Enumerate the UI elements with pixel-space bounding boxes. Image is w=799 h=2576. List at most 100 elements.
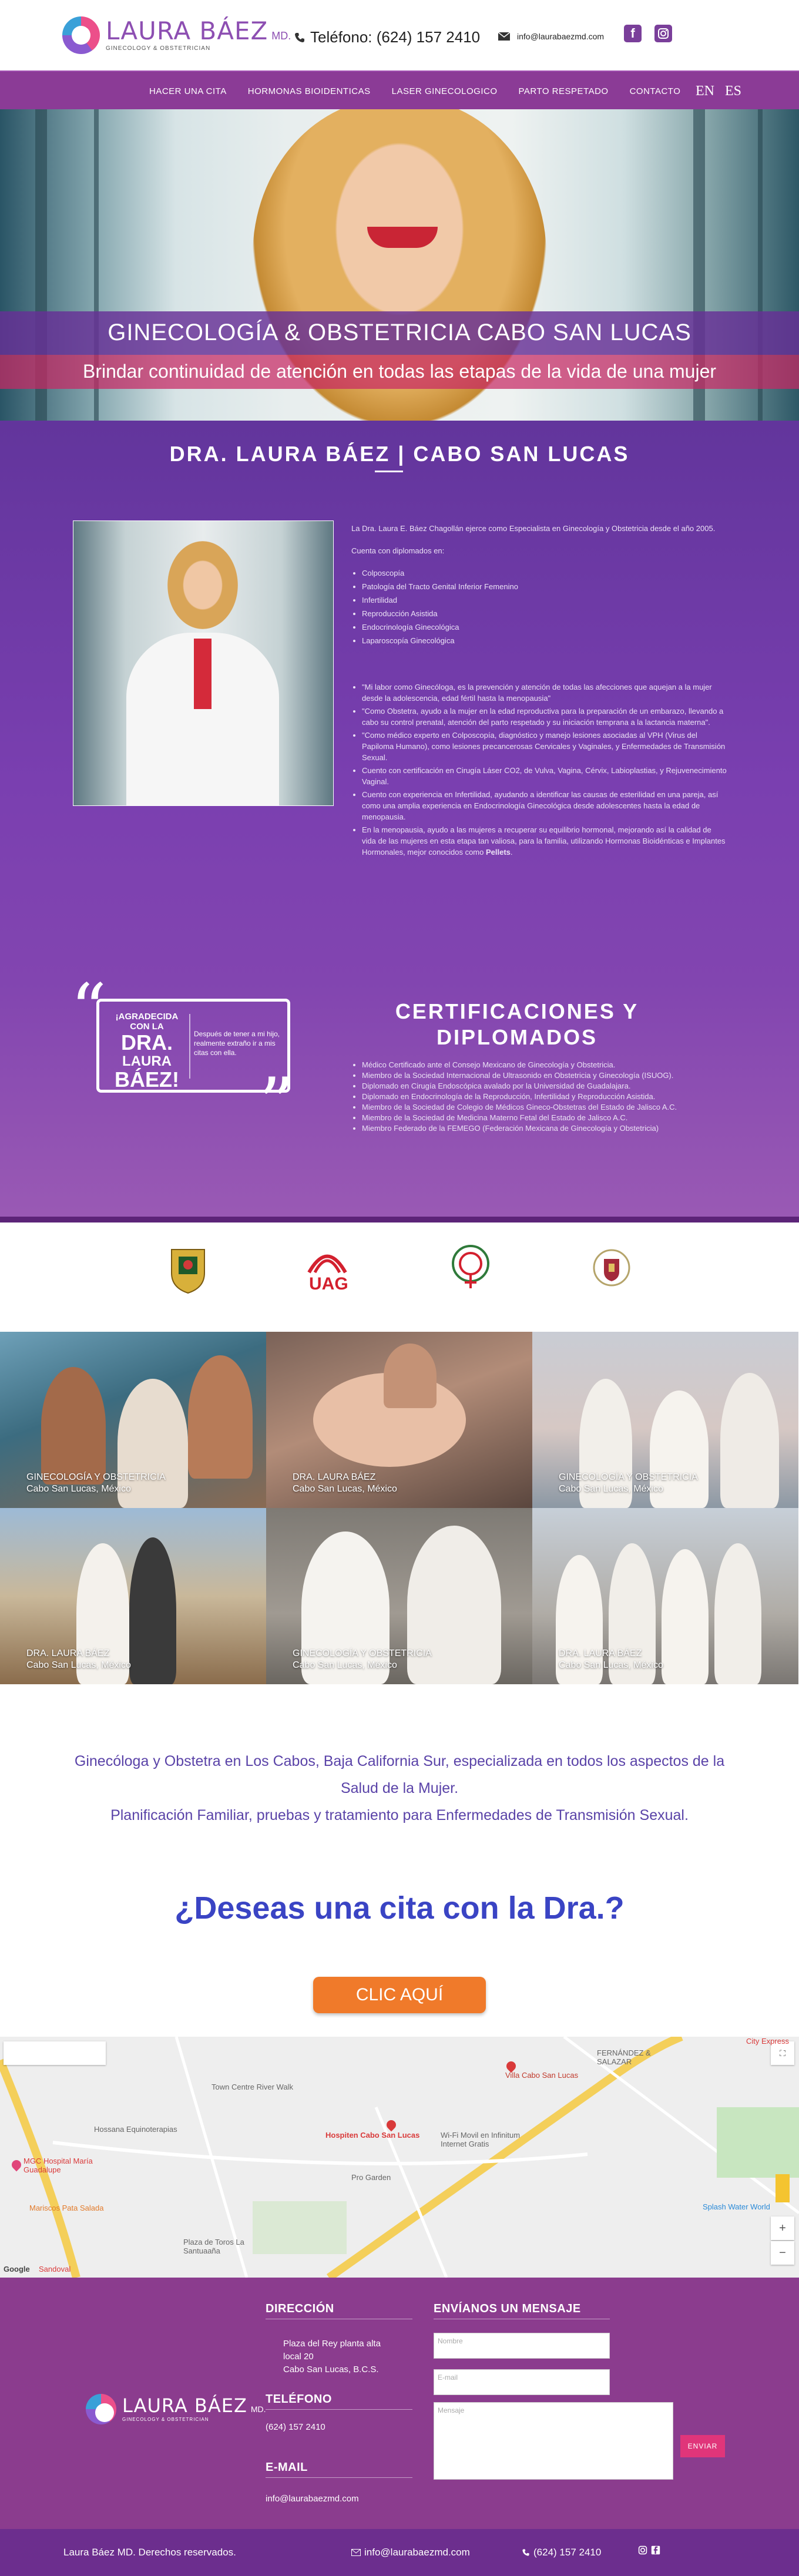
footer-logo[interactable]: LAURA BÁEZ MD. GINECOLOGY & OBSTETRICIAN <box>86 2394 266 2424</box>
site-footer: LAURA BÁEZ MD. GINECOLOGY & OBSTETRICIAN … <box>0 2278 799 2529</box>
pellets-text: Pellets <box>486 848 511 857</box>
bottom-phone[interactable]: (624) 157 2410 <box>522 2547 601 2558</box>
testimonial-line1: ¡AGRADECIDA CON LA <box>115 1012 179 1032</box>
gallery-figure <box>41 1367 106 1485</box>
phone-icon <box>522 2549 529 2556</box>
hero-title: GINECOLOGÍA & OBSTETRICIA CABO SAN LUCAS <box>108 320 691 345</box>
diploma-item: Reproducción Asistida <box>362 608 727 619</box>
contact-name-input[interactable]: Nombre <box>434 2333 610 2359</box>
contact-send-button[interactable]: ENVIAR <box>680 2435 725 2457</box>
street-view-pegman-icon[interactable] <box>776 2174 790 2202</box>
lang-en-link[interactable]: EN <box>696 83 714 99</box>
university-seal-logo <box>591 1241 632 1294</box>
zoom-out-button[interactable]: − <box>771 2241 794 2265</box>
copyright-text: Laura Báez MD. Derechos reservados. <box>63 2547 236 2558</box>
about-point: Cuento con experiencia en Infertilidad, … <box>362 789 727 822</box>
gallery-figure <box>384 1344 437 1408</box>
header-phone[interactable]: Teléfono: (624) 157 2410 <box>294 28 480 46</box>
about-section: DRA. LAURA BÁEZ | CABO SAN LUCAS La Dra.… <box>0 421 799 1222</box>
testimonial-line4: BÁEZ! <box>115 1067 179 1091</box>
gallery-tile[interactable]: GINECOLOGÍA Y OBSTETRICIA Cabo San Lucas,… <box>0 1332 266 1508</box>
map-label: Pro Garden <box>351 2173 391 2182</box>
bottom-email[interactable]: info@laurabaezmd.com <box>351 2547 470 2558</box>
diploma-item: Laparoscopía Ginecológica <box>362 635 727 646</box>
phone-icon <box>295 32 304 42</box>
footer-phone-title: TELÉFONO <box>266 2393 332 2406</box>
contact-email-input[interactable]: E-mail <box>434 2369 610 2395</box>
gallery-caption: GINECOLOGÍA Y OBSTETRICIA Cabo San Lucas,… <box>293 1648 432 1671</box>
contact-message-input[interactable]: Mensaje <box>434 2402 673 2480</box>
nav-item-hormonas[interactable]: HORMONAS BIOIDENTICAS <box>248 86 371 96</box>
book-appointment-button[interactable]: CLIC AQUÍ <box>313 1977 486 2013</box>
intro-text: Ginecóloga y Obstetra en Los Cabos, Baja… <box>65 1748 734 1829</box>
about-title-underline <box>375 471 403 472</box>
gallery-tile[interactable]: GINECOLOGÍA Y OBSTETRICIA Cabo San Lucas,… <box>266 1508 532 1684</box>
main-nav: HACER UNA CITA HORMONAS BIOIDENTICAS LAS… <box>0 70 799 109</box>
jalisco-crest-logo <box>166 1244 210 1297</box>
about-intro: La Dra. Laura E. Báez Chagollán ejerce c… <box>351 524 716 533</box>
map-label: Town Centre River Walk <box>212 2083 293 2091</box>
map-label: Splash Water World <box>703 2202 770 2211</box>
nav-item-laser[interactable]: LASER GINECOLOGICO <box>392 86 498 96</box>
intro-line1: Ginecóloga y Obstetra en Los Cabos, Baja… <box>74 1753 725 1796</box>
certification-item: Miembro de la Sociedad Internacional de … <box>362 1070 727 1081</box>
facebook-icon[interactable] <box>651 2545 660 2555</box>
gallery-caption: DRA. LAURA BÁEZ Cabo San Lucas, México <box>293 1472 397 1495</box>
hero-banner: GINECOLOGÍA & OBSTETRICIA CABO SAN LUCAS… <box>0 109 799 421</box>
logo-swirl-icon <box>86 2394 116 2424</box>
intro-line2: Planificación Familiar, pruebas y tratam… <box>110 1807 689 1823</box>
footer-address-line: Cabo San Lucas, B.C.S. <box>283 2365 379 2375</box>
gallery-tile[interactable]: DRA. LAURA BÁEZ Cabo San Lucas, México <box>0 1508 266 1684</box>
about-point: Cuento con certificación en Cirugía Láse… <box>362 765 727 787</box>
logo-name: LAURA BÁEZ <box>106 16 268 45</box>
footer-address: Plaza del Rey planta alta local 20 Cabo … <box>283 2337 381 2376</box>
bottom-social <box>638 2545 660 2555</box>
nav-item-cita[interactable]: HACER UNA CITA <box>149 86 227 96</box>
certifications-list: Médico Certificado ante el Consejo Mexic… <box>351 1060 727 1134</box>
gallery-caption-title: GINECOLOGÍA Y OBSTETRICIA <box>559 1472 698 1482</box>
lang-es-link[interactable]: ES <box>725 83 741 99</box>
about-text: La Dra. Laura E. Báez Chagollán ejerce c… <box>351 523 727 869</box>
testimonial-divider <box>189 1014 190 1079</box>
footer-phone[interactable]: (624) 157 2410 <box>266 2421 325 2434</box>
facebook-icon[interactable]: f <box>624 25 642 42</box>
certification-item: Miembro Federado de la FEMEGO (Federació… <box>362 1123 727 1134</box>
gallery-caption: DRA. LAURA BÁEZ Cabo San Lucas, México <box>26 1648 131 1671</box>
gallery-caption-title: DRA. LAURA BÁEZ <box>293 1472 376 1482</box>
gallery-caption: DRA. LAURA BÁEZ Cabo San Lucas, México <box>559 1648 663 1671</box>
hero-subtitle: Brindar continuidad de atención en todas… <box>82 361 717 382</box>
doctor-photo-head <box>167 541 238 629</box>
instagram-icon[interactable] <box>654 25 672 42</box>
header-email[interactable]: info@laurabaezmd.com <box>498 32 604 41</box>
nav-item-parto[interactable]: PARTO RESPETADO <box>518 86 608 96</box>
gallery-tile[interactable]: DRA. LAURA BÁEZ Cabo San Lucas, México <box>266 1332 532 1508</box>
map-type-control[interactable] <box>4 2041 106 2065</box>
location-map[interactable]: ⛶ + − Town Centre River Walk Hospiten Ca… <box>0 2037 799 2278</box>
google-logo: Google <box>4 2265 30 2273</box>
gallery-figure <box>714 1543 761 1684</box>
site-logo[interactable]: LAURA BÁEZ MD. GINECOLOGY & OBSTETRICIAN <box>62 16 291 54</box>
footer-form-title: ENVÍANOS UN MENSAJE <box>434 2302 581 2315</box>
footer-logo-tagline: GINECOLOGY & OBSTETRICIAN <box>122 2417 209 2422</box>
footer-email[interactable]: info@laurabaezmd.com <box>266 2493 359 2506</box>
logo-md: MD. <box>271 30 291 42</box>
gallery-tile[interactable]: DRA. LAURA BÁEZ Cabo San Lucas, México <box>532 1508 798 1684</box>
doctor-photo <box>73 520 334 806</box>
nav-item-contacto[interactable]: CONTACTO <box>630 86 681 96</box>
footer-address-line: Plaza del Rey planta alta <box>283 2339 381 2349</box>
logo-swirl-icon <box>62 16 100 54</box>
certification-item: Miembro de la Sociedad de Medicina Mater… <box>362 1113 727 1123</box>
gallery-caption-place: Cabo San Lucas, México <box>26 1484 131 1494</box>
map-label: Wi-Fi Movil en Infinitum Internet Gratis <box>441 2131 521 2148</box>
uag-logo-text: UAG <box>309 1274 348 1294</box>
gallery-tile[interactable]: GINECOLOGÍA Y OBSTETRICIA Cabo San Lucas,… <box>532 1332 798 1508</box>
mail-icon <box>351 2549 361 2556</box>
gallery-caption-place: Cabo San Lucas, México <box>559 1484 663 1494</box>
diploma-item: Infertilidad <box>362 595 727 606</box>
gallery-figure <box>129 1537 176 1684</box>
gallery-caption-title: DRA. LAURA BÁEZ <box>26 1648 110 1658</box>
testimonial-body: Después de tener a mi hijo, realmente ex… <box>194 1030 280 1057</box>
certifications-title: CERTIFICACIONES Y DIPLOMADOS <box>395 999 639 1049</box>
zoom-in-button[interactable]: + <box>771 2216 794 2240</box>
instagram-icon[interactable] <box>638 2545 647 2555</box>
